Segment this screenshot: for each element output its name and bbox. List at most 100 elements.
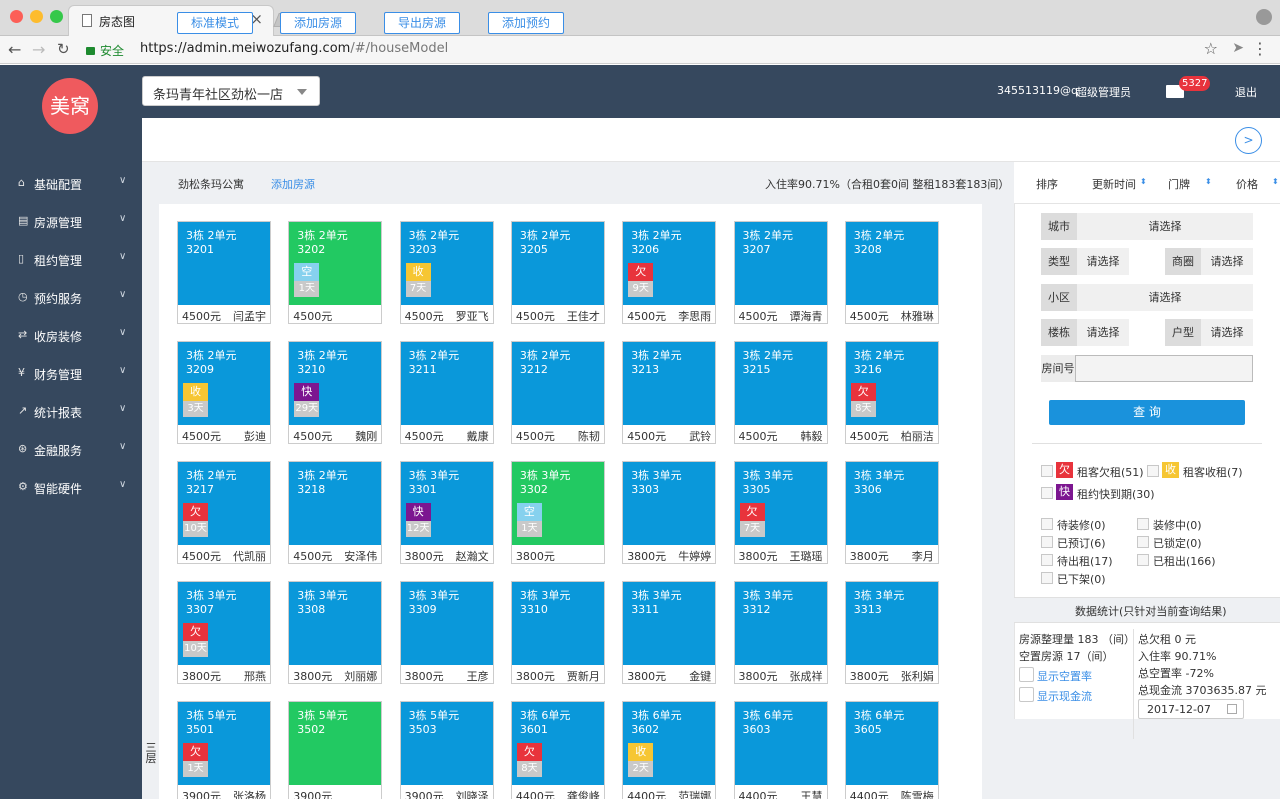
store-select[interactable]: 条玛青年社区劲松一店 [142, 76, 320, 106]
logout-link[interactable]: 退出 [1235, 84, 1257, 100]
room-tile[interactable]: 3栋 2单元 3215 4500元 韩毅 [733, 341, 828, 444]
browser-menu-icon[interactable]: ⋮ [1252, 39, 1268, 58]
show-vacancy-link[interactable]: 显示空置率 [1037, 668, 1092, 684]
sort-arrow-icon[interactable]: ⬍ [1140, 177, 1147, 186]
district-select[interactable]: 请选择 [1201, 248, 1253, 275]
room-tile[interactable]: 3栋 2单元 3206 欠 9天 4500元 李思雨 [622, 221, 717, 324]
room-price: 4500元 [515, 430, 555, 443]
room-tile[interactable]: 3栋 3单元 3311 3800元 金键 [622, 581, 717, 684]
room-tile[interactable]: 3栋 3单元 3302 空 1天 3800元 [510, 461, 605, 564]
secure-indicator[interactable]: 安全 [86, 42, 124, 59]
layout-select[interactable]: 请选择 [1201, 319, 1253, 346]
add-appointment-button[interactable]: 添加预约 [488, 12, 564, 34]
state-checkbox[interactable] [1137, 536, 1149, 548]
show-cashflow-link[interactable]: 显示现金流 [1037, 688, 1092, 704]
sidebar-item[interactable]: ⌂ 基础配置 ∨ [0, 169, 142, 197]
sort-arrow-icon[interactable]: ⬍ [1205, 177, 1212, 186]
extension-icon[interactable]: ➤ [1232, 40, 1244, 56]
room-tile[interactable]: 3栋 2单元 3205 4500元 王佳才 [510, 221, 605, 324]
room-tile[interactable]: 3栋 3单元 3303 3800元 牛婷婷 [622, 461, 717, 564]
room-tile[interactable]: 3栋 2单元 3203 收 7天 4500元 罗亚飞 [399, 221, 494, 324]
room-tile[interactable]: 3栋 3单元 3307 欠 10天 3800元 邢燕 [177, 581, 271, 684]
room-tile[interactable]: 3栋 3单元 3306 3800元 李月 [844, 461, 939, 564]
room-tile[interactable]: 3栋 2单元 3216 欠 8天 4500元 柏丽洁 [844, 341, 939, 444]
room-tile[interactable]: 3栋 6单元 3605 4400元 陈雪梅 [844, 701, 939, 799]
state-checkbox[interactable] [1041, 518, 1053, 530]
header-username[interactable]: 345513119@q [997, 84, 1078, 97]
sort-arrow-icon[interactable]: ⬍ [1272, 177, 1279, 186]
sidebar-item[interactable]: ⇄ 收房装修 ∨ [0, 321, 142, 349]
reload-icon[interactable]: ↻ [57, 40, 70, 58]
add-listing-link[interactable]: 添加房源 [271, 176, 315, 192]
room-number-input[interactable] [1075, 355, 1253, 382]
document-icon [82, 14, 92, 27]
sidebar-item[interactable]: ▤ 房源管理 ∨ [0, 207, 142, 235]
sidebar-item[interactable]: ◷ 预约服务 ∨ [0, 283, 142, 311]
chevron-right-icon[interactable]: > [1235, 127, 1262, 154]
room-tenant: 柏丽洁 [900, 430, 934, 443]
expiring-checkbox[interactable] [1041, 487, 1053, 499]
room-tile[interactable]: 3栋 3单元 3313 3800元 张利娟 [844, 581, 939, 684]
room-tile[interactable]: 3栋 2单元 3210 快 29天 4500元 魏刚 [288, 341, 383, 444]
sort-price[interactable]: 价格 [1236, 176, 1258, 192]
collect-checkbox[interactable] [1147, 465, 1159, 477]
room-tile[interactable]: 3栋 2单元 3212 4500元 陈韧 [510, 341, 605, 444]
community-select[interactable]: 请选择 [1077, 284, 1253, 311]
room-tile[interactable]: 3栋 2单元 3208 4500元 林雅琳 [844, 221, 939, 324]
sort-update-time[interactable]: 更新时间 [1092, 176, 1136, 192]
url-field[interactable]: https://admin.meiwozufang.com/#/houseMod… [140, 41, 448, 56]
date-picker[interactable]: 2017-12-07 [1138, 699, 1244, 719]
sort-door-number[interactable]: 门牌 [1168, 176, 1190, 192]
room-tile[interactable]: 3栋 3单元 3301 快 12天 3800元 赵瀚文 [399, 461, 494, 564]
export-listing-button[interactable]: 导出房源 [384, 12, 460, 34]
standard-mode-button[interactable]: 标准模式 [177, 12, 253, 34]
forward-arrow-icon[interactable]: → [32, 40, 45, 59]
back-arrow-icon[interactable]: ← [8, 40, 21, 59]
room-footer: 3800元 赵瀚文 [401, 545, 493, 563]
window-close-button[interactable] [10, 10, 23, 23]
state-checkbox[interactable] [1041, 536, 1053, 548]
room-tile[interactable]: 3栋 2单元 3207 4500元 谭海青 [733, 221, 828, 324]
room-tile[interactable]: 3栋 3单元 3305 欠 7天 3800元 王璐瑶 [733, 461, 828, 564]
room-tile[interactable]: 3栋 5单元 3503 3900元 刘晓泽 [399, 701, 494, 799]
room-tile[interactable]: 3栋 2单元 3211 4500元 戴康 [399, 341, 494, 444]
query-button[interactable]: 查 询 [1049, 400, 1245, 425]
profile-icon[interactable] [1256, 9, 1272, 25]
room-tile[interactable]: 3栋 3单元 3312 3800元 张成祥 [733, 581, 828, 684]
add-listing-button[interactable]: 添加房源 [280, 12, 356, 34]
state-checkbox[interactable] [1137, 554, 1149, 566]
room-tile[interactable]: 3栋 2单元 3217 欠 10天 4500元 代凯丽 [177, 461, 271, 564]
building-select[interactable]: 请选择 [1077, 319, 1129, 346]
sidebar-item[interactable]: ↗ 统计报表 ∨ [0, 397, 142, 425]
window-zoom-button[interactable] [50, 10, 63, 23]
room-tile[interactable]: 3栋 2单元 3202 空 1天 4500元 [288, 221, 383, 324]
state-checkbox[interactable] [1137, 518, 1149, 530]
occupancy-rate: 入住率 90.71% [1138, 650, 1217, 663]
state-checkbox[interactable] [1041, 554, 1053, 566]
city-select[interactable]: 请选择 [1077, 213, 1253, 240]
room-tile[interactable]: 3栋 2单元 3213 4500元 武铃 [622, 341, 717, 444]
sidebar-item[interactable]: ⚙ 智能硬件 ∨ [0, 473, 142, 501]
sidebar-item[interactable]: ⊛ 金融服务 ∨ [0, 435, 142, 463]
room-tile[interactable]: 3栋 3单元 3308 3800元 刘丽娜 [288, 581, 383, 684]
show-vacancy-checkbox[interactable] [1019, 667, 1034, 682]
room-tile[interactable]: 3栋 6单元 3603 4400元 王慧 [733, 701, 828, 799]
room-tile[interactable]: 3栋 6单元 3601 欠 8天 4400元 龚俊峰 [510, 701, 605, 799]
room-tile[interactable]: 3栋 3单元 3310 3800元 贾新月 [510, 581, 605, 684]
room-tile[interactable]: 3栋 2单元 3201 4500元 闫孟宇 [177, 221, 271, 324]
state-checkbox[interactable] [1041, 572, 1053, 584]
room-tile[interactable]: 3栋 5单元 3502 3900元 [288, 701, 383, 799]
room-tile[interactable]: 3栋 2单元 3218 4500元 安泽伟 [288, 461, 383, 564]
window-minimize-button[interactable] [30, 10, 43, 23]
type-select[interactable]: 请选择 [1077, 248, 1129, 275]
bookmark-star-icon[interactable]: ☆ [1204, 39, 1218, 58]
sidebar-item[interactable]: ¥ 财务管理 ∨ [0, 359, 142, 387]
sidebar-item[interactable]: ▯ 租约管理 ∨ [0, 245, 142, 273]
debt-checkbox[interactable] [1041, 465, 1053, 477]
room-tile[interactable]: 3栋 5单元 3501 欠 1天 3900元 张洛杨 [177, 701, 271, 799]
room-tile[interactable]: 3栋 6单元 3602 收 2天 4400元 范瑞娜 [622, 701, 717, 799]
show-cashflow-checkbox[interactable] [1019, 687, 1034, 702]
room-tile[interactable]: 3栋 2单元 3209 收 3天 4500元 彭迪 [177, 341, 271, 444]
sidebar-item-label: 房源管理 [34, 216, 83, 230]
room-tile[interactable]: 3栋 3单元 3309 3800元 王彦 [399, 581, 494, 684]
